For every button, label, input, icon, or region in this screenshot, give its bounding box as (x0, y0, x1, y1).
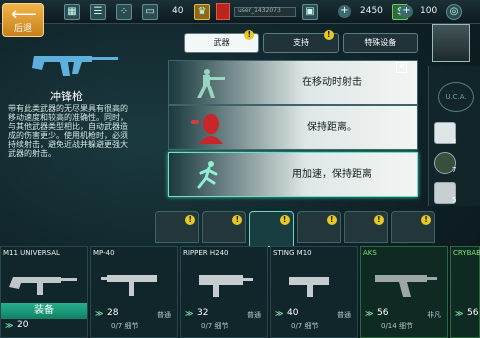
weapon-rarity: 普通 (247, 311, 261, 319)
perk-label: 用加速，保持距离 (292, 169, 372, 180)
rifle-icon[interactable]: ! (343, 211, 388, 243)
shotgun-icon[interactable]: ! (296, 211, 341, 243)
weapon-name: RIPPER H240 (183, 249, 229, 257)
weapon-name: CRYBAB (453, 249, 480, 257)
back-label: 后退 (13, 24, 32, 34)
m11-rifle-icon (9, 277, 77, 295)
tab-weapons-label: 武器 (213, 38, 230, 47)
power-chevron-icon: ≫ (275, 309, 284, 318)
power-chevron-icon: ≫ (365, 309, 374, 318)
pistol-icon[interactable]: ! (155, 211, 200, 243)
top-bar: ▦ ☰ ⁘ ▭ 40 ♛ user_1432073 ▣ 2450 $ + 100… (0, 0, 480, 24)
power-chevron-icon: ≫ (5, 321, 14, 330)
user-name: user_1432073 (238, 7, 281, 14)
tab-special-equipment-label: 特殊设备 (364, 38, 397, 47)
drone-count: 5 (452, 196, 457, 204)
weapon-card-m11[interactable]: M11 UNIVERSAL 装备 ≫ 20 (0, 246, 88, 338)
warning-icon: ! (326, 215, 337, 225)
xp-bar: user_1432073 (234, 7, 296, 17)
weapon-name: MP-40 (93, 249, 115, 257)
tab-weapons[interactable]: 武器 ! (184, 30, 260, 53)
perk-label: 在移动时射击 (302, 77, 362, 88)
warning-icon: ! (279, 215, 290, 225)
category-tabs: 武器 ! 支持 ! 特殊设备 (184, 30, 418, 53)
rifle-preview-icon (32, 56, 118, 76)
weapon-card-crybab[interactable]: CRYBAB ≫ 56 (450, 246, 480, 338)
sniper-icon[interactable]: ! (202, 211, 247, 243)
mp40-icon (101, 275, 157, 296)
aks-icon (375, 275, 437, 297)
weapon-power: 40 (287, 308, 299, 318)
weapon-card-aks[interactable]: AKS ≫ 56 非凡 0/14 细节 (360, 246, 448, 338)
map-icon[interactable]: ▭ (142, 4, 158, 20)
weapon-power: 32 (197, 308, 209, 318)
circle-menu-icon[interactable]: ◎ (446, 4, 462, 20)
chip-icon: ▣ (302, 4, 318, 20)
weapon-upgrade: 0/7 细节 (111, 322, 139, 330)
tab-support[interactable]: 支持 ! (263, 30, 339, 53)
currency-value: 2450 (360, 6, 383, 16)
sprinting-man-icon (197, 161, 218, 189)
sting-icon (289, 277, 329, 297)
weapon-name: M11 UNIVERSAL (3, 249, 60, 257)
weapon-type-bar: ! ! ! ! ! ! (155, 211, 436, 247)
level-value: 40 (172, 6, 184, 16)
warning-icon: ! (323, 30, 334, 40)
ripper-icon (199, 275, 253, 297)
add-premium-button[interactable]: + (400, 5, 413, 18)
weapon-rarity: 非凡 (427, 311, 441, 319)
running-shooter-icon (197, 69, 225, 98)
medkit-count: 4 (452, 138, 457, 146)
avatar[interactable] (432, 24, 470, 62)
grid-menu-icon[interactable]: ▦ (64, 4, 80, 20)
weapon-rarity: 普通 (337, 311, 351, 319)
perk-card-selected[interactable]: 用加速，保持距离 (168, 152, 418, 197)
weapon-power: 56 (467, 308, 479, 318)
perk-card[interactable]: 在移动时射击 (168, 60, 418, 105)
weapon-card-sting[interactable]: STING M10 ≫ 40 普通 0/7 细节 (270, 246, 358, 338)
power-chevron-icon: ≫ (95, 309, 104, 318)
trophy-icon: ♛ (194, 4, 210, 20)
warning-icon: ! (244, 30, 255, 40)
launcher-icon[interactable]: ! (390, 211, 436, 243)
warning-icon: ! (232, 215, 243, 225)
warning-icon: ! (421, 215, 432, 225)
weapon-card-mp40[interactable]: MP-40 ≫ 28 普通 0/7 细节 (90, 246, 178, 338)
weapon-class-title: 冲锋枪 (50, 90, 83, 103)
power-chevron-icon: ≫ (185, 309, 194, 318)
settings-icon[interactable]: ⁘ (116, 4, 132, 20)
faction-emblem: U.C.A. (438, 82, 474, 112)
grenade-count: 7 (452, 166, 457, 174)
weapon-upgrade: 0/7 细节 (291, 322, 319, 330)
weapon-power: 20 (17, 320, 29, 330)
squad-icon[interactable]: ☰ (90, 4, 106, 20)
weapon-power: 28 (107, 308, 119, 318)
rank-badge-icon (216, 3, 230, 20)
close-icon[interactable]: × (396, 62, 407, 73)
power-chevron-icon: ≫ (455, 309, 464, 318)
smg-icon[interactable]: ! (249, 211, 294, 247)
weapon-upgrade: 0/14 细节 (381, 322, 413, 330)
perk-card[interactable]: 保持距离。 (168, 105, 418, 150)
premium-currency-value: 100 (420, 6, 438, 16)
tab-support-label: 支持 (292, 38, 309, 47)
weapon-rarity: 普通 (157, 311, 171, 319)
weapon-power: 56 (377, 308, 389, 318)
equip-button[interactable]: 装备 (1, 303, 87, 319)
head-silhouette-icon (191, 114, 223, 144)
warning-icon: ! (373, 215, 384, 225)
weapon-card-ripper[interactable]: RIPPER H240 ≫ 32 普通 0/7 细节 (180, 246, 268, 338)
add-currency-button[interactable]: + (338, 5, 351, 18)
weapon-upgrade: 0/7 细节 (201, 322, 229, 330)
tab-special-equipment[interactable]: 特殊设备 (342, 33, 418, 53)
weapon-name: AKS (363, 249, 377, 257)
perk-label: 保持距离。 (307, 122, 357, 133)
weapon-name: STING M10 (273, 249, 312, 257)
weapon-class-description: 带有此类武器的无尽果具有很高的移动速度和较高的准确性。同时，与其他武器类型相比，… (8, 104, 128, 158)
warning-icon: ! (185, 215, 196, 225)
back-button[interactable]: ⟵ 后退 (2, 3, 44, 37)
